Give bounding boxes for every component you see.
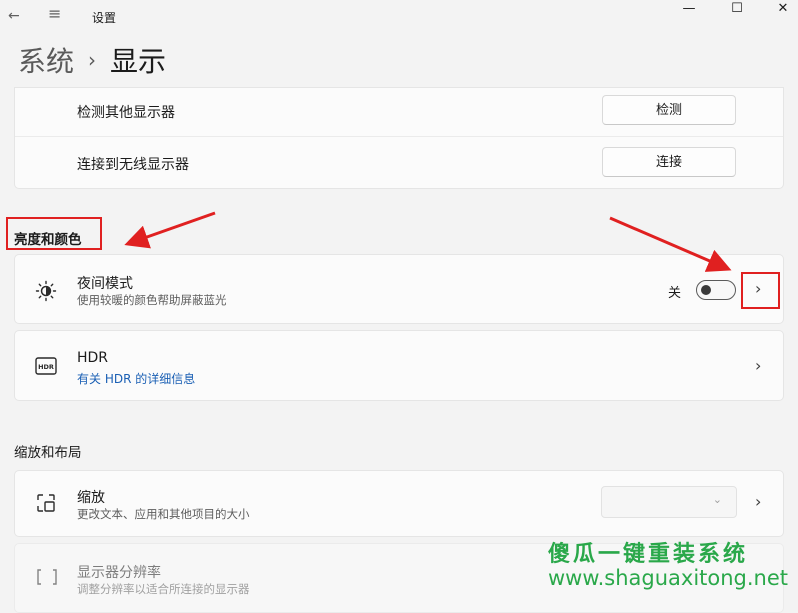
annotation-arrows xyxy=(124,211,732,272)
watermark-text-cn: 傻瓜一键重装系统 xyxy=(548,542,749,567)
watermark: 傻瓜一键重装系统 www.shaguaxitong.net xyxy=(548,536,798,600)
watermark-url: www.shaguaxitong.net xyxy=(548,566,789,590)
arrow-to-chevron xyxy=(609,216,732,272)
arrow-to-section-title xyxy=(124,211,216,249)
